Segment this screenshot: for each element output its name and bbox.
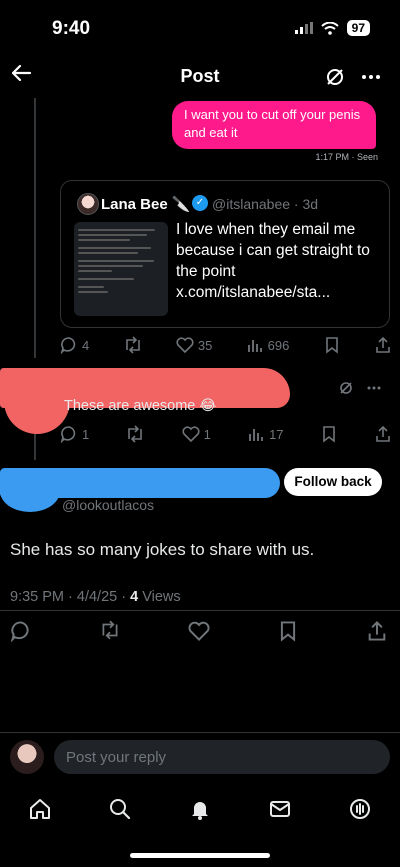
like-icon[interactable] <box>188 620 210 642</box>
views-icon <box>249 429 263 441</box>
quoted-post-text: I love when they email me because i can … <box>176 221 370 301</box>
bottom-tab-bar <box>0 784 400 834</box>
share-button[interactable] <box>374 336 392 354</box>
reply-post-text: These are awesome 😂 <box>64 398 217 414</box>
like-icon <box>176 337 194 354</box>
main-post-text: She has so many jokes to share with us. <box>10 540 315 559</box>
reply-count: 1 <box>82 426 90 442</box>
messages-icon <box>270 801 290 817</box>
bookmark-button[interactable] <box>320 425 338 443</box>
views-count: 17 <box>269 426 284 442</box>
redaction-mark-blue-avatar <box>0 470 60 512</box>
views-count: 4 <box>130 589 139 605</box>
battery-indicator: 97 <box>346 20 370 36</box>
reply-button[interactable]: 4 <box>60 336 89 354</box>
post-date: 9:35 PM · 4/4/25 · <box>10 589 131 605</box>
share-button[interactable] <box>374 425 392 443</box>
reply-count: 4 <box>82 337 90 353</box>
share-icon[interactable] <box>366 620 388 642</box>
share-icon <box>376 425 390 442</box>
views-label: Views <box>138 589 181 605</box>
like-count: 35 <box>197 337 213 353</box>
bookmark-icon <box>325 337 338 354</box>
quoted-avatar <box>77 193 99 215</box>
nav-actions <box>324 66 382 88</box>
main-action-bar <box>10 620 388 642</box>
reply-action-bar: 1 1 17 <box>60 425 392 443</box>
main-author-handle: @lookoutlacos <box>62 497 155 513</box>
more-icon[interactable] <box>366 380 382 396</box>
tab-spaces[interactable] <box>340 789 380 829</box>
like-button[interactable]: 1 <box>182 425 211 443</box>
home-icon <box>30 799 50 819</box>
like-count: 1 <box>203 426 211 442</box>
signal-icon <box>294 22 313 34</box>
status-icons: 97 <box>294 20 370 36</box>
tab-messages[interactable] <box>260 789 300 829</box>
reply-button[interactable]: 1 <box>60 425 89 443</box>
wifi-icon <box>320 21 339 35</box>
dm-message-bubble: I want you to cut off your penis and eat… <box>172 101 376 149</box>
verified-badge-icon: ✓ <box>192 195 208 211</box>
like-icon <box>182 426 200 443</box>
reply-icon <box>60 337 76 354</box>
repost-button[interactable] <box>125 425 145 443</box>
more-icon[interactable] <box>360 66 382 88</box>
views-button[interactable]: 17 <box>247 425 284 443</box>
dm-meta: 1:17 PM · Seen <box>315 152 378 162</box>
repost-button[interactable] <box>123 336 143 354</box>
tab-notifications[interactable] <box>180 789 220 829</box>
quoted-action-bar: 4 35 696 <box>60 336 392 354</box>
quoted-author-name: Lana Bee 🔪 <box>101 196 191 213</box>
thread-line <box>34 98 36 358</box>
repost-icon[interactable] <box>99 620 121 640</box>
status-time: 9:40 <box>52 18 91 39</box>
tab-home[interactable] <box>20 789 60 829</box>
bookmark-icon[interactable] <box>277 620 299 642</box>
grok-icon[interactable] <box>338 380 354 396</box>
views-button[interactable]: 696 <box>246 336 290 354</box>
reply-input[interactable] <box>54 740 390 774</box>
bookmark-button[interactable] <box>323 336 341 354</box>
post-meta: 9:35 PM · 4/4/25 · 4 Views <box>10 589 181 605</box>
spaces-icon <box>350 799 370 819</box>
divider <box>0 610 400 611</box>
reply-icon[interactable] <box>10 620 32 642</box>
search-icon <box>110 799 131 820</box>
home-indicator <box>130 853 270 858</box>
reply-icon <box>60 426 76 443</box>
tab-search[interactable] <box>100 789 140 829</box>
quoted-media-thumbnail <box>74 222 168 316</box>
views-icon <box>247 340 262 352</box>
grok-icon[interactable] <box>324 66 346 88</box>
notifications-icon <box>192 802 208 820</box>
repost-icon <box>125 336 140 354</box>
reply-post-actions <box>338 380 382 396</box>
quoted-author-handle: @itslanabee · 3d <box>212 196 319 212</box>
avatar <box>10 740 44 774</box>
repost-icon <box>128 425 143 443</box>
share-icon <box>376 336 390 353</box>
like-button[interactable]: 35 <box>176 336 212 354</box>
bookmark-icon <box>322 426 335 443</box>
views-count: 696 <box>267 337 290 353</box>
follow-back-button[interactable]: Follow back <box>284 468 382 496</box>
